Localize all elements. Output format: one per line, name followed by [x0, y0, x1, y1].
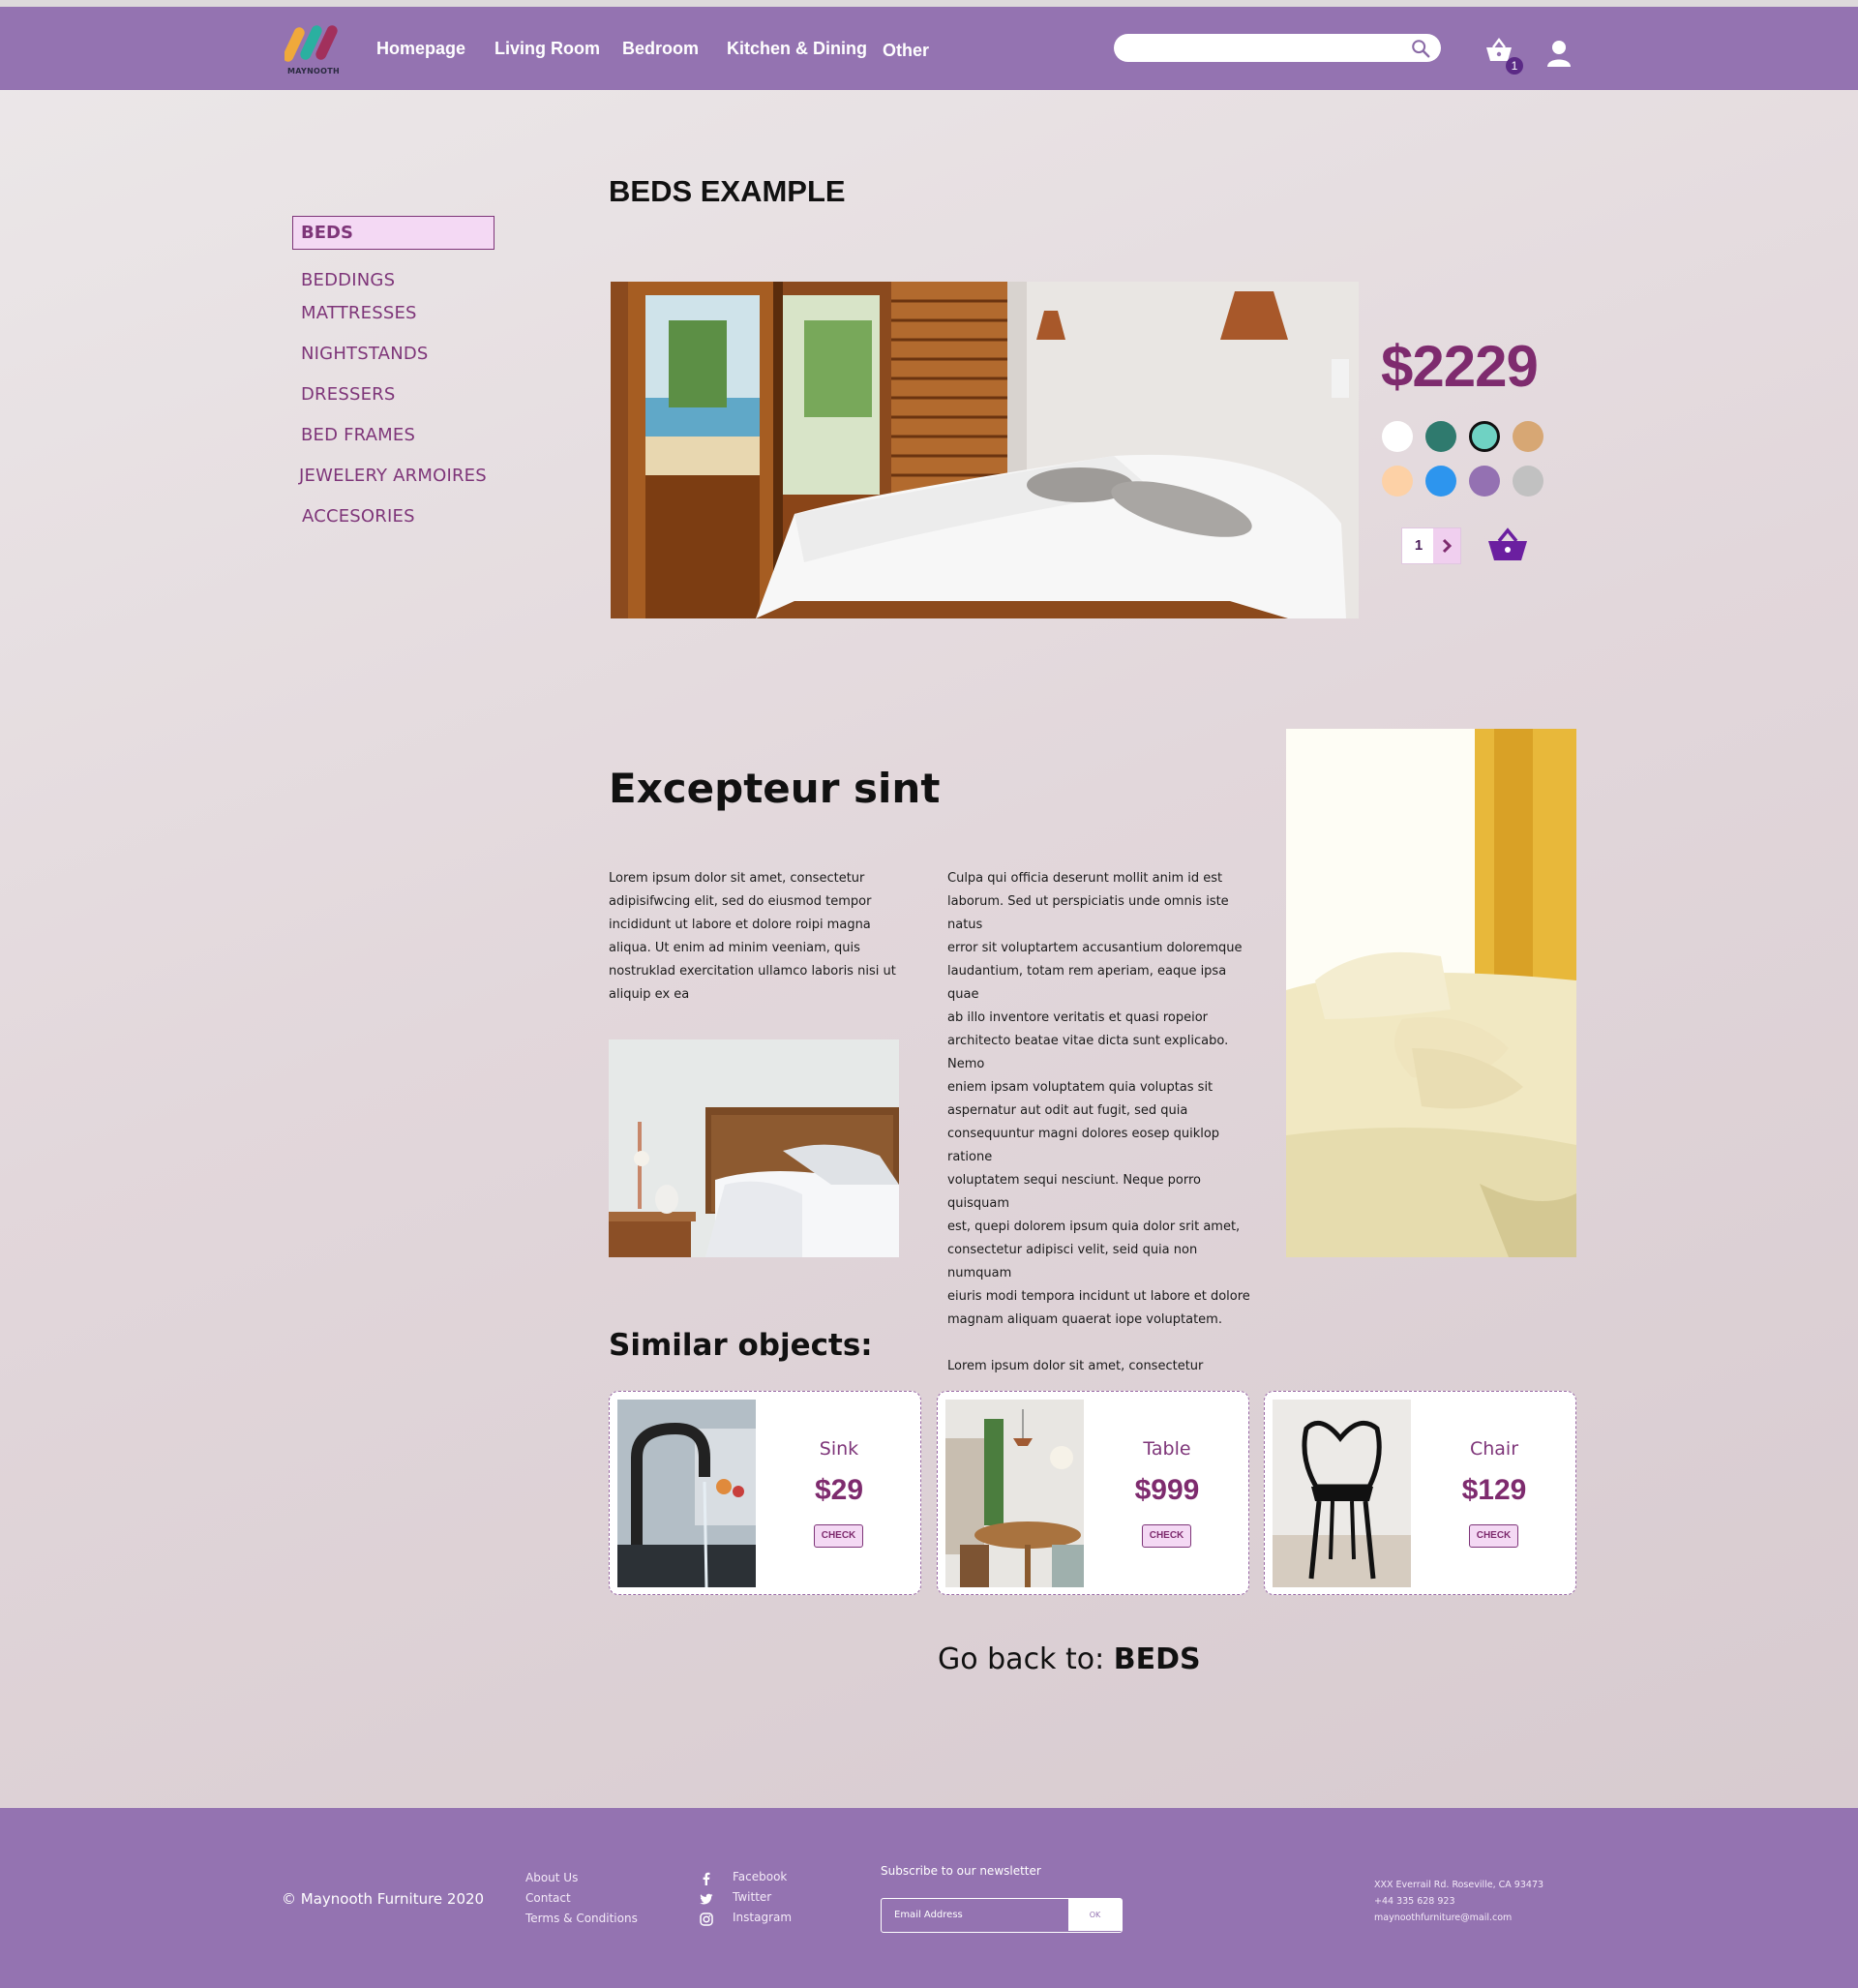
- sidebar-item-bed-frames[interactable]: BED FRAMES: [301, 425, 415, 445]
- color-swatch-gray[interactable]: [1513, 466, 1543, 497]
- quantity-value: 1: [1414, 537, 1423, 554]
- footer-link-contact[interactable]: Contact: [525, 1891, 571, 1905]
- cart-button[interactable]: 1: [1484, 38, 1523, 76]
- card-price: $29: [814, 1474, 864, 1506]
- nav-kitchen-dining[interactable]: Kitchen & Dining: [727, 39, 867, 59]
- sidebar-item-jewelery-armoires[interactable]: JEWELERY ARMOIRES: [299, 466, 487, 486]
- product-hero-image: [611, 282, 1359, 618]
- footer: © Maynooth Furniture 2020 About Us Conta…: [0, 1808, 1858, 1988]
- footer-social-instagram[interactable]: Instagram: [733, 1911, 792, 1924]
- card-name: Table: [1143, 1438, 1191, 1460]
- paragraph-right-line: Culpa qui officia deserunt mollit anim i…: [947, 871, 1223, 886]
- paragraph-right-line: eniem ipsam voluptatem quia voluptas sit: [947, 1080, 1214, 1095]
- similar-card-table[interactable]: Table $999 CHECK: [937, 1391, 1249, 1595]
- check-button[interactable]: CHECK: [814, 1524, 863, 1548]
- basket-icon: [1488, 527, 1527, 560]
- footer-email[interactable]: maynoothfurniture@mail.com: [1374, 1913, 1512, 1923]
- similar-card-sink[interactable]: Sink $29 CHECK: [609, 1391, 921, 1595]
- email-field[interactable]: [882, 1899, 1069, 1931]
- paragraph-right-line: est, quepi dolorem ipsum quia dolor srit…: [947, 1220, 1241, 1234]
- add-to-cart-button[interactable]: [1486, 527, 1529, 562]
- footer-social-twitter[interactable]: Twitter: [733, 1890, 771, 1904]
- search-input[interactable]: [1127, 34, 1398, 62]
- newsletter-label: Subscribe to our newsletter: [881, 1864, 1041, 1878]
- card-price: $129: [1461, 1474, 1527, 1506]
- similar-heading: Similar objects:: [609, 1328, 873, 1363]
- color-swatch-aqua-selected[interactable]: [1469, 421, 1500, 452]
- sidebar-item-dressers[interactable]: DRESSERS: [301, 384, 396, 405]
- cart-count-badge: 1: [1506, 57, 1523, 75]
- paragraph-right-line: laborum. Sed ut perspiciatis unde omnis …: [947, 894, 1229, 932]
- instagram-icon[interactable]: [700, 1913, 713, 1926]
- sidebar-item-accesories[interactable]: ACCESORIES: [302, 506, 415, 527]
- footer-social-facebook[interactable]: Facebook: [733, 1870, 787, 1883]
- nav-bedroom[interactable]: Bedroom: [622, 39, 699, 59]
- facebook-icon[interactable]: [700, 1872, 713, 1885]
- section-heading: Excepteur sint: [609, 765, 941, 812]
- newsletter-ok-button[interactable]: OK: [1068, 1899, 1122, 1931]
- browser-top-strip: [0, 0, 1858, 7]
- search-icon[interactable]: [1410, 38, 1431, 59]
- paragraph-right-line: magnam aliquam quaerat iope voluptatem.: [947, 1312, 1222, 1327]
- footer-copyright: © Maynooth Furniture 2020: [282, 1890, 485, 1908]
- search-bar: [1114, 34, 1441, 62]
- footer-link-about[interactable]: About Us: [525, 1871, 578, 1884]
- sink-image: [617, 1400, 756, 1587]
- card-name: Chair: [1469, 1438, 1519, 1460]
- check-button[interactable]: CHECK: [1469, 1524, 1518, 1548]
- newsletter-form: OK: [881, 1898, 1123, 1933]
- quantity-stepper[interactable]: 1: [1401, 527, 1461, 564]
- paragraph-right-extra: Lorem ipsum dolor sit amet, consectetur: [947, 1359, 1204, 1373]
- color-swatch-peach[interactable]: [1382, 466, 1413, 497]
- paragraph-right-line: consequuntur magni dolores eosep quiklop…: [947, 1127, 1220, 1164]
- check-button[interactable]: CHECK: [1142, 1524, 1191, 1548]
- sidebar-item-beds-active[interactable]: BEDS: [292, 216, 494, 250]
- color-swatch-blue[interactable]: [1425, 466, 1456, 497]
- bedroom-detail-image: [609, 1039, 899, 1257]
- footer-address: XXX Everrail Rd. Roseville, CA 93473: [1374, 1880, 1544, 1890]
- card-price: $999: [1134, 1474, 1200, 1506]
- sidebar-item-mattresses[interactable]: MATTRESSES: [301, 303, 417, 323]
- twitter-icon[interactable]: [700, 1892, 713, 1906]
- paragraph-right-line: aspernatur aut odit aut fugit, sed quia: [947, 1103, 1188, 1118]
- nav-living-room[interactable]: Living Room: [494, 39, 600, 59]
- paragraph-right-line: eiuris modi tempora incidunt ut labore e…: [947, 1289, 1250, 1304]
- color-swatch-white[interactable]: [1382, 421, 1413, 452]
- table-image: [945, 1400, 1084, 1587]
- paragraph-right-line: voluptatem sequi nesciunt. Neque porro q…: [947, 1173, 1201, 1211]
- product-price: $2229: [1381, 334, 1539, 399]
- nav-homepage[interactable]: Homepage: [376, 39, 465, 59]
- go-back-prefix: Go back to:: [938, 1642, 1114, 1676]
- quantity-increase-button[interactable]: [1433, 528, 1460, 563]
- logo-text: MAYNOOTH: [286, 67, 341, 75]
- footer-phone: +44 335 628 923: [1374, 1896, 1455, 1907]
- paragraph-right: Culpa qui officia deserunt mollit anim i…: [947, 867, 1257, 1378]
- chair-image: [1273, 1400, 1411, 1587]
- sidebar-item-nightstands[interactable]: NIGHTSTANDS: [301, 344, 429, 364]
- paragraph-right-line: consectetur adipisci velit, seid quia no…: [947, 1243, 1198, 1280]
- paragraph-left: Lorem ipsum dolor sit amet, consectetur …: [609, 871, 896, 1002]
- paragraph-right-line: architecto beatae vitae dicta sunt expli…: [947, 1034, 1229, 1071]
- paragraph-right-line: ab illo inventore veritatis et quasi rop…: [947, 1010, 1208, 1025]
- logo-mark-icon: [283, 25, 338, 62]
- paragraph-right-line: laudantium, totam rem aperiam, eaque ips…: [947, 964, 1227, 1002]
- page-title: BEDS EXAMPLE: [609, 174, 846, 208]
- footer-link-terms[interactable]: Terms & Conditions: [525, 1912, 638, 1925]
- color-swatch-tan[interactable]: [1513, 421, 1543, 452]
- user-account-icon[interactable]: [1546, 39, 1572, 70]
- sidebar-item-beddings[interactable]: BEDDINGS: [301, 270, 395, 290]
- bedroom-towels-image: [1286, 729, 1576, 1257]
- similar-card-chair[interactable]: Chair $129 CHECK: [1264, 1391, 1576, 1595]
- paragraph-right-line: error sit voluptartem accusantium dolore…: [947, 941, 1243, 955]
- go-back-link[interactable]: BEDS: [1114, 1642, 1201, 1676]
- nav-other[interactable]: Other: [883, 41, 929, 61]
- go-back-line: Go back to: BEDS: [0, 1642, 1858, 1676]
- maynooth-logo[interactable]: MAYNOOTH: [283, 22, 343, 82]
- chevron-right-icon: [1442, 538, 1453, 554]
- card-name: Sink: [819, 1438, 859, 1460]
- color-swatch-teal[interactable]: [1425, 421, 1456, 452]
- top-navbar: MAYNOOTH Homepage Living Room Bedroom Ki…: [0, 7, 1858, 90]
- color-swatch-purple[interactable]: [1469, 466, 1500, 497]
